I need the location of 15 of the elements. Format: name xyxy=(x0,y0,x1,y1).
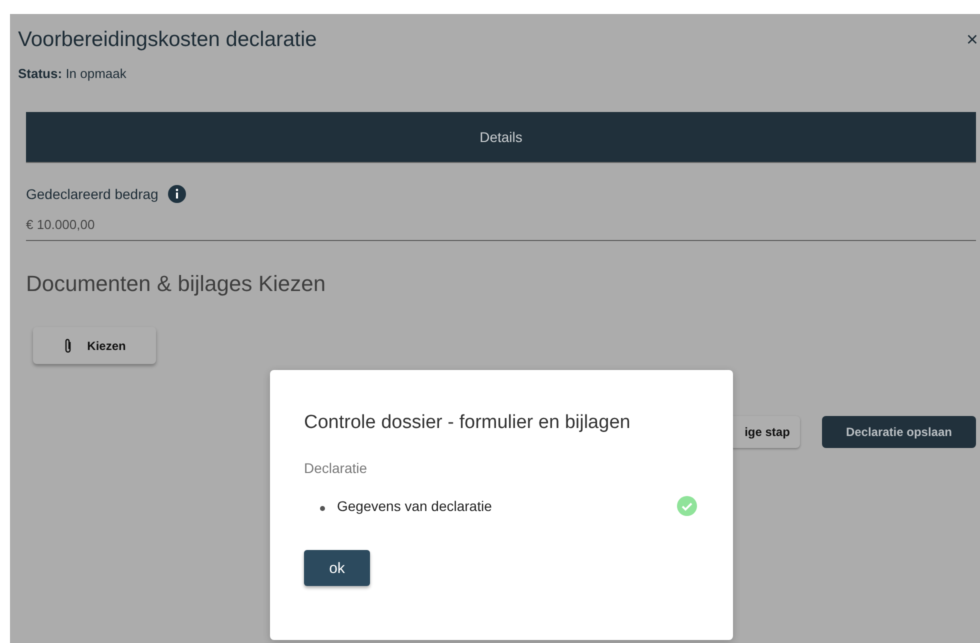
page-title: Voorbereidingskosten declaratie xyxy=(18,28,317,52)
paperclip-icon xyxy=(63,338,74,354)
section-heading: Documenten & bijlages Kiezen xyxy=(26,271,327,297)
dialog-section-title: Declaratie xyxy=(304,460,368,476)
status-text: Status: In opmaak xyxy=(18,66,128,83)
field-label: Gedeclareerd bedrag xyxy=(26,186,158,202)
choose-button[interactable]: Kiezen xyxy=(33,327,156,364)
dialog-title: Controle dossier - formulier en bijlagen xyxy=(304,412,632,434)
tab[interactable]: Details xyxy=(26,112,976,163)
close-button[interactable]: × xyxy=(966,28,980,52)
save-button[interactable]: Declaratie opslaan xyxy=(822,416,976,448)
info-icon[interactable] xyxy=(168,185,186,203)
check-item: Gegevens van declaratie xyxy=(320,498,492,514)
amount-field[interactable]: € 10.000,00 xyxy=(26,217,976,241)
ok-button[interactable]: ok xyxy=(304,550,370,586)
